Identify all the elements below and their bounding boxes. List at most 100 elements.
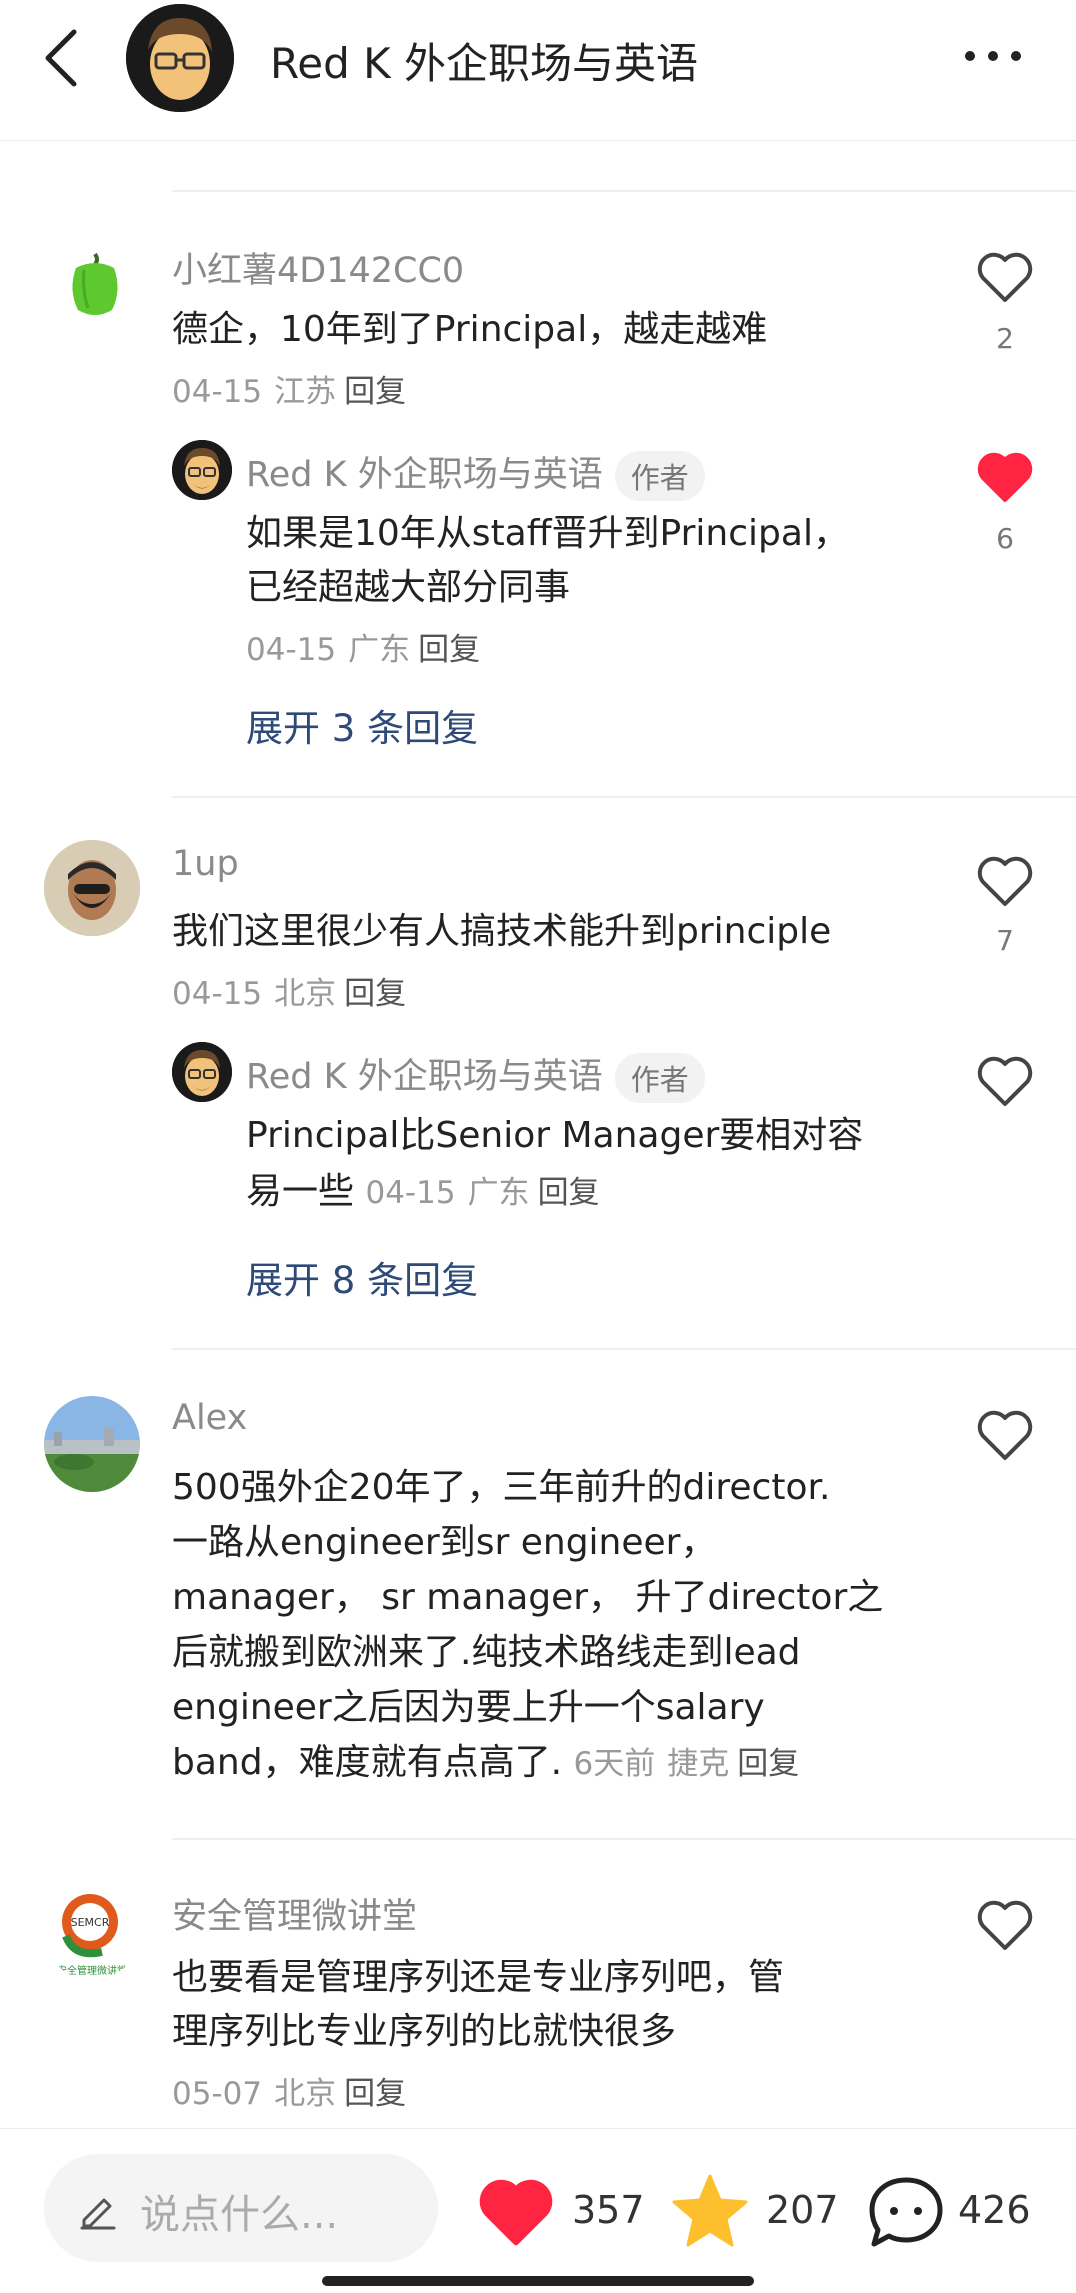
comment-text-row: band，难度就有点高了. 6天前 捷克 回复 <box>172 1735 799 1792</box>
reply-date: 04-15 <box>246 632 337 668</box>
comment-count: 426 <box>958 2188 1031 2232</box>
reply-text-row: 易一些 04-15 广东 回复 <box>246 1164 600 1221</box>
comment-text-line: manager， sr manager， 升了director之 <box>172 1577 884 1618</box>
reply-button[interactable]: 回复 <box>344 2076 406 2112</box>
comment-button[interactable] <box>866 2174 946 2250</box>
memoji-avatar-icon <box>126 4 234 112</box>
reply-button[interactable]: 回复 <box>344 374 406 410</box>
home-indicator <box>322 2276 754 2286</box>
heart-outline-icon <box>977 252 1033 302</box>
comment-date: 04-15 <box>172 374 263 410</box>
expand-replies-button[interactable]: 展开 8 条回复 <box>246 1250 478 1304</box>
semcr-logo-caption: 安全管理微讲堂 <box>57 1964 127 1977</box>
commenter-avatar[interactable]: SEMCR 安全管理微讲堂 <box>44 1884 140 1980</box>
comment-date: 6天前 <box>573 1746 656 1782</box>
comment-location: 捷克 <box>667 1746 730 1782</box>
comment-username[interactable]: 1up <box>172 844 239 884</box>
heart-outline-icon <box>977 856 1033 906</box>
heart-outline-icon <box>977 1056 1033 1106</box>
favorite-count: 207 <box>766 2188 839 2232</box>
like-count: 2 <box>996 322 1014 355</box>
comment-meta: 6天前 捷克 回复 <box>573 1746 799 1782</box>
expand-replies-button[interactable]: 展开 3 条回复 <box>246 698 478 752</box>
reply-username-row: Red K 外企职场与英语 作者 <box>246 1048 705 1103</box>
reply-button[interactable]: 回复 <box>344 976 406 1012</box>
back-chevron-icon <box>45 29 77 87</box>
comment-username[interactable]: 小红薯4D142CC0 <box>172 242 464 293</box>
comment-text-line: 500强外企20年了，三年前升的director. <box>172 1467 831 1508</box>
reply-username[interactable]: Red K 外企职场与英语 <box>246 1057 603 1097</box>
comment-meta: 04-15 江苏 回复 <box>172 366 406 411</box>
reply-date: 04-15 <box>365 1175 456 1211</box>
heart-outline-icon <box>977 1410 1033 1460</box>
reply-location: 广东 <box>348 632 411 668</box>
reply-avatar[interactable] <box>172 1042 232 1102</box>
comment-username[interactable]: 安全管理微讲堂 <box>172 1888 417 1939</box>
commenter-avatar[interactable] <box>56 246 134 324</box>
divider <box>172 1348 1076 1350</box>
landscape-avatar-icon <box>44 1396 140 1492</box>
reply-location: 广东 <box>467 1175 530 1211</box>
pencil-icon <box>76 2188 118 2230</box>
memoji-avatar-icon <box>172 440 232 500</box>
comment-username[interactable]: Alex <box>172 1398 247 1438</box>
page-title: Red K 外企职场与英语 <box>270 39 699 88</box>
memoji-avatar-icon <box>172 1042 232 1102</box>
comment-text-line: 一路从engineer到sr engineer， <box>172 1522 717 1563</box>
star-filled-icon <box>672 2174 748 2247</box>
reply-text-line: Principal比Senior Manager要相对容 <box>246 1115 864 1156</box>
comment-text-line: 理序列比专业序列的比就快很多 <box>172 2011 677 2052</box>
comment-location: 北京 <box>274 2076 337 2112</box>
comment-meta: 04-15 北京 回复 <box>172 968 406 1013</box>
reply-username[interactable]: Red K 外企职场与英语 <box>246 455 603 495</box>
reply-avatar[interactable] <box>172 440 232 500</box>
reply-button[interactable]: 回复 <box>737 1746 799 1782</box>
comment-date: 05-07 <box>172 2076 263 2112</box>
semcr-logo-text: SEMCR <box>71 1916 110 1929</box>
reply-text-line: 如果是10年从staff晋升到Principal， <box>246 513 849 554</box>
comment-text: 德企，10年到了Principal，越走越难 <box>172 309 768 350</box>
reply-meta: 04-15 广东 回复 <box>246 624 480 669</box>
comment-text-line: 也要看是管理序列还是专业序列吧，管 <box>172 1957 785 1998</box>
reply-text-line: 易一些 <box>246 1171 355 1212</box>
favorite-button[interactable] <box>670 2172 750 2250</box>
author-avatar[interactable] <box>126 4 234 112</box>
reply-button[interactable]: 回复 <box>538 1175 600 1211</box>
divider <box>172 190 1076 192</box>
like-button[interactable] <box>974 1898 1036 1956</box>
comment-meta: 05-07 北京 回复 <box>172 2068 406 2113</box>
like-count: 6 <box>996 522 1014 555</box>
heart-filled-icon <box>479 2179 553 2246</box>
chat-bubble-icon <box>869 2177 943 2247</box>
reply-text-line: 已经超越大部分同事 <box>246 567 571 608</box>
like-post-button[interactable] <box>476 2176 556 2248</box>
comment-text-line: engineer之后因为要上升一个salary <box>172 1687 765 1728</box>
heart-outline-icon <box>977 1900 1033 1950</box>
comment-location: 江苏 <box>274 374 337 410</box>
reply-meta: 04-15 广东 回复 <box>365 1175 599 1211</box>
comment-text-line: 后就搬到欧洲来了.纯技术路线走到lead <box>172 1632 801 1673</box>
commenter-avatar[interactable] <box>44 1396 140 1492</box>
divider <box>172 1838 1076 1840</box>
comment-text-line: band，难度就有点高了. <box>172 1742 563 1783</box>
photo-avatar-icon <box>44 840 140 936</box>
like-button[interactable] <box>974 450 1036 508</box>
more-dots-icon <box>965 51 1021 61</box>
author-badge: 作者 <box>614 451 705 501</box>
comment-input-placeholder[interactable]: 说点什么... <box>140 2182 338 2240</box>
reply-username-row: Red K 外企职场与英语 作者 <box>246 446 705 501</box>
commenter-avatar[interactable] <box>44 840 140 936</box>
back-button[interactable] <box>36 26 86 90</box>
like-button[interactable] <box>974 1054 1036 1112</box>
like-count: 357 <box>572 2188 645 2232</box>
more-button[interactable] <box>958 32 1028 80</box>
semcr-logo-icon: SEMCR 安全管理微讲堂 <box>44 1884 140 1980</box>
reply-button[interactable]: 回复 <box>418 632 480 668</box>
like-button[interactable] <box>974 250 1036 308</box>
comment-date: 04-15 <box>172 976 263 1012</box>
author-badge: 作者 <box>614 1053 705 1103</box>
comment-text: 我们这里很少有人搞技术能升到principle <box>172 911 832 952</box>
divider <box>172 796 1076 798</box>
like-button[interactable] <box>974 1408 1036 1466</box>
like-button[interactable] <box>974 854 1036 912</box>
